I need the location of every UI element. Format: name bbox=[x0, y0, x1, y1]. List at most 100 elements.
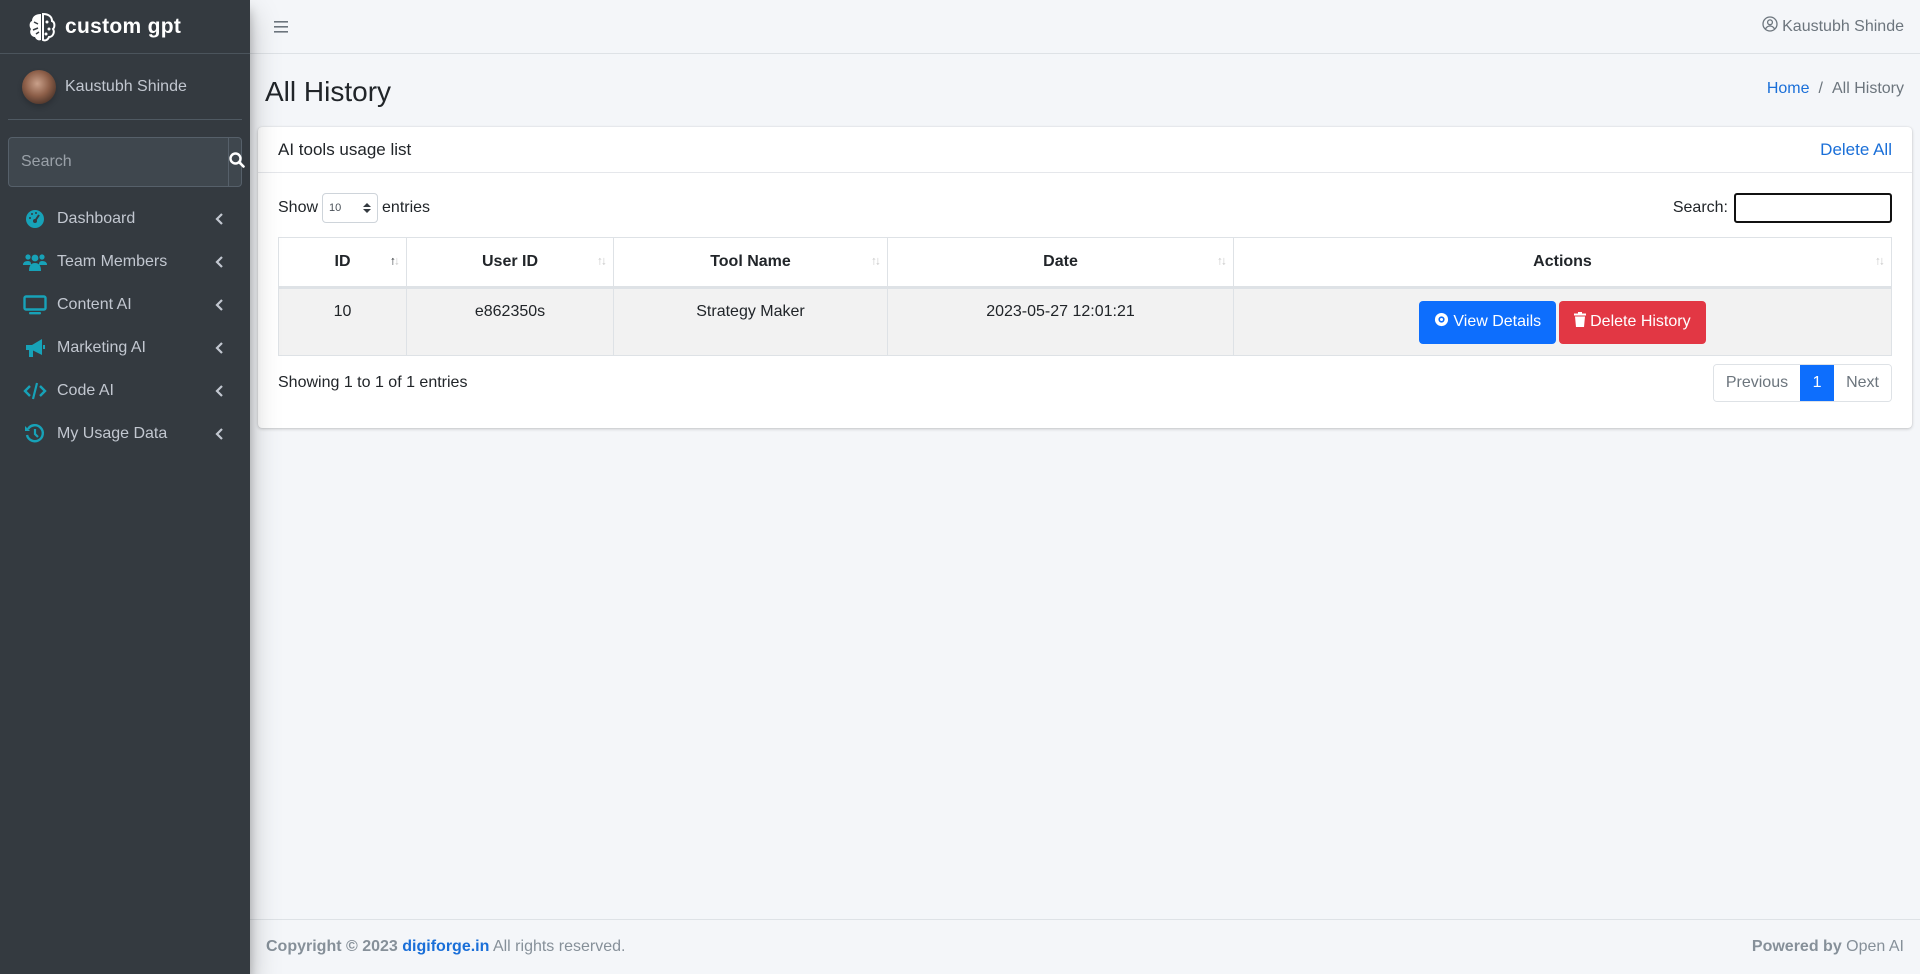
column-header-actions[interactable]: Actions ↑↓ bbox=[1233, 237, 1892, 289]
history-table: ID ↑↓ User ID ↑↓ Tool Name ↑↓ Date ↑↓ Ac… bbox=[278, 237, 1892, 356]
sidebar-item-label: Marketing AI bbox=[57, 338, 146, 356]
brand-link[interactable]: custom gpt bbox=[0, 0, 250, 54]
table-search-input[interactable] bbox=[1734, 193, 1892, 223]
code-icon bbox=[22, 380, 48, 402]
sidebar-item-marketing-ai[interactable]: Marketing AI bbox=[0, 326, 250, 369]
rights-text: All rights reserved. bbox=[492, 938, 626, 955]
breadcrumb: Home / All History bbox=[1767, 80, 1904, 98]
sort-icon: ↑↓ bbox=[1217, 253, 1227, 268]
chevron-left-icon bbox=[214, 427, 224, 441]
sidebar-item-label: Team Members bbox=[57, 252, 168, 270]
table-search: Search: bbox=[1673, 193, 1892, 223]
column-label: Tool Name bbox=[710, 253, 791, 270]
chevron-left-icon bbox=[214, 212, 224, 226]
chevron-left-icon bbox=[214, 255, 224, 269]
company-link[interactable]: digiforge.in bbox=[402, 938, 489, 955]
chevron-left-icon bbox=[214, 341, 224, 355]
pagination: Previous 1 Next bbox=[1712, 364, 1892, 402]
pagination-next[interactable]: Next bbox=[1834, 365, 1891, 401]
footer-copyright: Copyright © 2023 digiforge.in All rights… bbox=[266, 938, 625, 956]
column-header-tool-name[interactable]: Tool Name ↑↓ bbox=[613, 237, 888, 289]
sidebar-item-label: My Usage Data bbox=[57, 424, 168, 442]
sidebar-item-content-ai[interactable]: Content AI bbox=[0, 283, 250, 326]
pagination-page[interactable]: 1 bbox=[1800, 365, 1835, 401]
sidebar-search-button[interactable] bbox=[228, 138, 245, 186]
brand-name: custom gpt bbox=[65, 14, 182, 38]
history-icon bbox=[22, 423, 48, 445]
table-controls: Show 10 entries Search: bbox=[278, 193, 1892, 223]
chevron-left-icon bbox=[214, 384, 224, 398]
top-navbar: Kaustubh Shinde bbox=[250, 0, 1920, 54]
sidebar-item-label: Code AI bbox=[57, 381, 114, 399]
sidebar-item-code-ai[interactable]: Code AI bbox=[0, 369, 250, 412]
sidebar-user-name[interactable]: Kaustubh Shinde bbox=[65, 78, 187, 96]
chevron-left-icon bbox=[214, 298, 224, 312]
cell-tool-name: Strategy Maker bbox=[613, 287, 888, 356]
content-header: All History Home / All History bbox=[250, 54, 1920, 128]
delete-history-button[interactable]: Delete History bbox=[1559, 300, 1706, 344]
table-info: Showing 1 to 1 of 1 entries bbox=[278, 374, 468, 391]
table-search-label: Search: bbox=[1672, 199, 1728, 216]
view-details-button[interactable]: View Details bbox=[1419, 300, 1557, 344]
avatar bbox=[22, 69, 56, 104]
trash-icon bbox=[1574, 312, 1590, 332]
sidebar-search-input[interactable] bbox=[9, 138, 228, 186]
breadcrumb-current: All History bbox=[1831, 80, 1904, 97]
top-user-menu[interactable]: Kaustubh Shinde bbox=[1762, 16, 1904, 37]
breadcrumb-home-link[interactable]: Home bbox=[1767, 80, 1810, 98]
user-panel[interactable]: Kaustubh Shinde bbox=[8, 54, 242, 120]
column-label: ID bbox=[334, 253, 351, 270]
sidebar-search bbox=[8, 137, 245, 187]
powered-by-label: Powered by bbox=[1751, 938, 1842, 955]
table-header-row: ID ↑↓ User ID ↑↓ Tool Name ↑↓ Date ↑↓ Ac… bbox=[278, 237, 1892, 289]
view-details-label: View Details bbox=[1453, 313, 1542, 330]
card-header: AI tools usage list Delete All bbox=[258, 127, 1912, 173]
gauge-icon bbox=[22, 208, 48, 230]
page-length-control: Show 10 entries bbox=[278, 193, 430, 223]
sidebar: custom gpt Kaustubh Shinde Dashboard Tea… bbox=[0, 0, 250, 974]
sort-icon: ↑↓ bbox=[597, 253, 607, 268]
bullhorn-icon bbox=[22, 337, 48, 359]
card-title: AI tools usage list bbox=[278, 139, 412, 159]
sidebar-item-label: Content AI bbox=[57, 295, 132, 313]
page-length-select[interactable]: 10 bbox=[322, 193, 379, 223]
cell-actions: View Details Delete History bbox=[1233, 287, 1892, 356]
column-label: User ID bbox=[481, 253, 539, 270]
table-footer: Showing 1 to 1 of 1 entries Previous 1 N… bbox=[278, 364, 1892, 402]
column-header-user-id[interactable]: User ID ↑↓ bbox=[406, 237, 614, 289]
history-card: AI tools usage list Delete All Show 10 e… bbox=[258, 127, 1912, 428]
eye-icon bbox=[1434, 312, 1453, 332]
sort-asc-icon: ↑↓ bbox=[390, 253, 400, 268]
sidebar-nav: Dashboard Team Members Content AI Market… bbox=[0, 197, 250, 455]
powered-by-name: Open AI bbox=[1846, 938, 1904, 955]
show-label: Show bbox=[278, 199, 319, 216]
search-icon bbox=[229, 151, 245, 173]
delete-all-link[interactable]: Delete All bbox=[1820, 140, 1892, 160]
page-title: All History bbox=[265, 76, 392, 107]
breadcrumb-separator: / bbox=[1818, 80, 1823, 97]
sidebar-item-dashboard[interactable]: Dashboard bbox=[0, 197, 250, 240]
column-header-id[interactable]: ID ↑↓ bbox=[278, 237, 407, 289]
sort-icon: ↑↓ bbox=[1875, 253, 1885, 268]
cell-user-id: e862350s bbox=[406, 287, 614, 356]
entries-label: entries bbox=[382, 199, 431, 216]
copyright-text: Copyright © 2023 bbox=[266, 938, 398, 955]
menu-toggle-icon[interactable] bbox=[274, 20, 288, 33]
cell-date: 2023-05-27 12:01:21 bbox=[887, 287, 1234, 356]
column-label: Actions bbox=[1533, 253, 1592, 270]
user-circle-icon bbox=[1762, 16, 1782, 37]
column-header-date[interactable]: Date ↑↓ bbox=[887, 237, 1234, 289]
cell-id: 10 bbox=[278, 287, 407, 356]
sidebar-item-label: Dashboard bbox=[57, 209, 136, 227]
sidebar-item-my-usage-data[interactable]: My Usage Data bbox=[0, 412, 250, 455]
users-icon bbox=[22, 251, 48, 273]
card-body: Show 10 entries Search: ID ↑↓ User ID ↑↓… bbox=[258, 173, 1912, 422]
delete-history-label: Delete History bbox=[1590, 313, 1691, 330]
brain-icon bbox=[27, 12, 57, 42]
pagination-previous[interactable]: Previous bbox=[1713, 365, 1801, 401]
column-label: Date bbox=[1043, 253, 1078, 270]
desktop-icon bbox=[22, 294, 48, 316]
top-user-name: Kaustubh Shinde bbox=[1782, 17, 1904, 35]
sidebar-item-team-members[interactable]: Team Members bbox=[0, 240, 250, 283]
footer-powered: Powered by Open AI bbox=[1752, 938, 1904, 956]
